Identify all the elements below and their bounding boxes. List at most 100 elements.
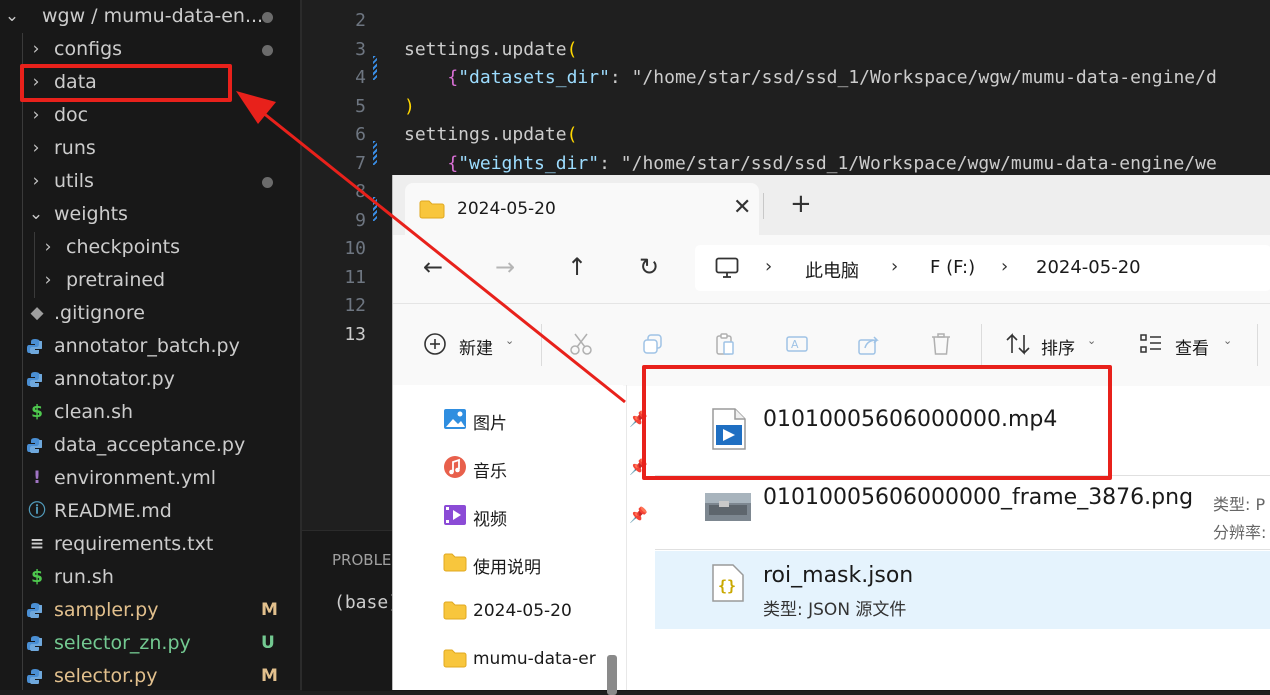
breadcrumb-folder[interactable]: 2024-05-20	[1036, 257, 1141, 278]
address-bar[interactable]: › 此电脑 › F (F:) › 2024-05-20	[695, 245, 1270, 291]
explorer-item-environment-yml[interactable]: ! environment.yml	[0, 462, 300, 495]
navigation-bar: ← → ↑ ↻ › 此电脑 › F (F:) › 2024-05-20	[393, 235, 1270, 303]
chevron-right-icon: ›	[32, 105, 40, 125]
explorer-item-clean-sh[interactable]: $ clean.sh	[0, 396, 300, 429]
new-button[interactable]: 新建	[459, 334, 493, 359]
up-arrow-icon[interactable]: ↑	[567, 253, 587, 281]
explorer-root-row[interactable]: ⌄ wgw / mumu-data-en...	[0, 0, 300, 33]
explorer-item-sampler-py[interactable]: sampler.py M	[0, 594, 300, 627]
chevron-down-icon[interactable]: ⌄	[505, 334, 514, 347]
explorer-item-label: data_acceptance.py	[54, 434, 246, 456]
python-file-icon	[27, 372, 42, 387]
chevron-right-icon[interactable]: ›	[1001, 256, 1008, 277]
view-button[interactable]: 查看	[1175, 334, 1209, 359]
git-status-badge: U	[261, 633, 275, 653]
sort-icon[interactable]	[1005, 332, 1031, 356]
root-folder-label: wgw / mumu-data-en...	[42, 5, 264, 27]
explorer-item-runs[interactable]: › runs	[0, 132, 300, 165]
terminal-prompt[interactable]: (base)	[334, 592, 399, 613]
line-number: 12	[344, 295, 366, 316]
git-status-badge: M	[261, 666, 278, 686]
explorer-item-label: README.md	[54, 500, 172, 522]
tab-problems[interactable]: PROBLE	[332, 551, 391, 569]
file-row[interactable]: 01010005606000000_frame_3876.png 类型: P 分…	[655, 477, 1270, 547]
shell-icon: $	[31, 402, 43, 422]
line-number: 10	[344, 238, 366, 259]
explorer-item-annotator-py[interactable]: annotator.py	[0, 363, 300, 396]
explorer-item-label: clean.sh	[54, 401, 134, 423]
code-line[interactable]: settings.update(	[404, 124, 577, 145]
explorer-item-pretrained[interactable]: › pretrained	[0, 264, 300, 297]
line-number: 7	[355, 152, 366, 174]
rename-icon[interactable]: A	[785, 332, 809, 356]
line-number: 13	[344, 323, 366, 345]
breadcrumb-this-pc[interactable]: 此电脑	[805, 257, 859, 283]
chevron-right-icon[interactable]: ›	[891, 256, 898, 277]
explorer-item-label: run.sh	[54, 566, 114, 588]
explorer-item-selector-py[interactable]: selector.py M	[0, 660, 300, 693]
nav-item-label: mumu-data-er	[473, 649, 596, 669]
explorer-item-label: selector.py	[54, 665, 158, 687]
modified-dot	[262, 177, 273, 188]
back-arrow-icon[interactable]: ←	[423, 253, 443, 281]
sort-button[interactable]: 排序	[1041, 334, 1075, 359]
chevron-right-icon[interactable]: ›	[765, 256, 772, 277]
refresh-icon[interactable]: ↻	[639, 253, 659, 281]
file-name: 01010005606000000_frame_3876.png	[763, 485, 1194, 510]
share-icon[interactable]	[857, 332, 881, 356]
explorer-item-configs[interactable]: › configs	[0, 33, 300, 66]
image-thumbnail-icon	[705, 493, 751, 521]
json-file-icon: {}	[712, 564, 744, 602]
line-number: 8	[355, 181, 366, 202]
file-type: 类型: JSON 源文件	[763, 600, 907, 620]
code-line[interactable]: settings.update(	[404, 39, 577, 60]
explorer-item-label: pretrained	[66, 269, 166, 291]
git-change-indicator	[373, 197, 377, 221]
line-number: 11	[344, 266, 366, 288]
add-circle-icon[interactable]	[423, 332, 447, 356]
explorer-item-selector-zn-py[interactable]: selector_zn.py U	[0, 627, 300, 660]
explorer-item-utils[interactable]: › utils	[0, 165, 300, 198]
explorer-item-data-acceptance-py[interactable]: data_acceptance.py	[0, 429, 300, 462]
explorer-item-doc[interactable]: › doc	[0, 99, 300, 132]
explorer-item-checkpoints[interactable]: › checkpoints	[0, 231, 300, 264]
line-number: 6	[355, 124, 366, 145]
pane-divider[interactable]	[626, 385, 627, 690]
line-number: 3	[355, 38, 366, 60]
line-number: 4	[355, 67, 366, 88]
new-tab-button[interactable]: +	[790, 189, 812, 219]
paste-icon[interactable]	[713, 332, 737, 356]
chevron-down-icon[interactable]: ⌄	[1087, 334, 1096, 347]
explorer-item-run-sh[interactable]: $ run.sh	[0, 561, 300, 594]
view-list-icon[interactable]	[1139, 332, 1163, 356]
explorer-item-README-md[interactable]: ⓘ README.md	[0, 495, 300, 528]
navigation-pane: 图片 📌 音乐 📌 视频 📌 使用说明 2024-05-20 mumu-data…	[393, 385, 648, 695]
explorer-item-requirements-txt[interactable]: ≡ requirements.txt	[0, 528, 300, 561]
breadcrumb-drive[interactable]: F (F:)	[930, 257, 975, 278]
code-line[interactable]: {"weights_dir": "/home/star/ssd/ssd_1/Wo…	[404, 153, 1216, 174]
forward-arrow-icon[interactable]: →	[495, 253, 515, 281]
file-resolution-partial: 分辨率:	[1213, 523, 1267, 542]
scrollbar-thumb[interactable]	[607, 655, 617, 695]
explorer-item-label: .gitignore	[54, 302, 145, 324]
code-line[interactable]: {"datasets_dir": "/home/star/ssd/ssd_1/W…	[404, 67, 1216, 88]
code-line[interactable]: )	[404, 96, 415, 117]
explorer-item-gitignore[interactable]: ◆ .gitignore	[0, 297, 300, 330]
copy-icon[interactable]	[641, 332, 665, 356]
python-file-icon	[27, 669, 42, 684]
highlight-box-mp4-file	[642, 365, 1112, 480]
explorer-item-annotator-batch-py[interactable]: annotator_batch.py	[0, 330, 300, 363]
nav-item-label: 使用说明	[473, 558, 541, 578]
python-file-icon	[27, 636, 42, 651]
file-name: roi_mask.json	[763, 563, 914, 588]
file-row-selected[interactable]: {} roi_mask.json 类型: JSON 源文件	[655, 551, 1270, 629]
pin-icon[interactable]: 📌	[629, 506, 648, 524]
folder-icon	[443, 553, 467, 572]
delete-icon[interactable]	[929, 332, 953, 356]
chevron-down-icon[interactable]: ⌄	[1223, 334, 1232, 347]
explorer-item-weights[interactable]: ⌄ weights	[0, 198, 300, 231]
close-icon[interactable]: ✕	[733, 195, 751, 220]
cut-icon[interactable]	[569, 332, 593, 356]
nav-item-label: 视频	[473, 510, 507, 530]
tab-2024-05-20[interactable]: 2024-05-20 ✕	[405, 183, 759, 235]
